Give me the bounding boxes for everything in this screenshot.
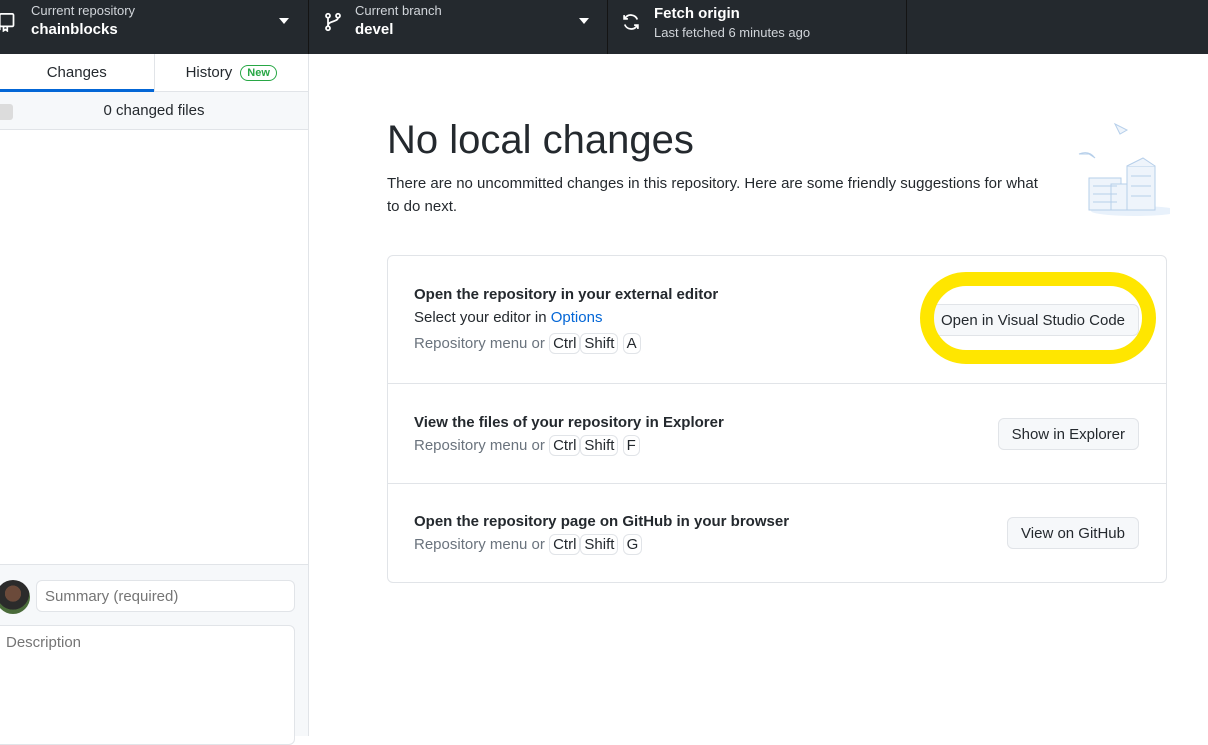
- fetch-label: Fetch origin: [654, 5, 740, 22]
- show-in-explorer-button[interactable]: Show in Explorer: [997, 418, 1139, 450]
- suggestion-subtext: Select your editor in: [414, 309, 551, 326]
- git-branch-icon: [325, 12, 341, 32]
- sync-icon: [623, 14, 639, 30]
- new-badge: New: [240, 64, 277, 81]
- avatar: [0, 580, 30, 614]
- suggestions-card: Open the repository in your external edi…: [387, 255, 1167, 583]
- branch-name: devel: [355, 21, 394, 38]
- repository-label: Current repository: [31, 3, 136, 18]
- open-in-editor-button[interactable]: Open in Visual Studio Code: [926, 304, 1139, 336]
- repository-selector[interactable]: Current repository chainblocks: [0, 0, 309, 54]
- page-subtitle: There are no uncommitted changes in this…: [387, 175, 1038, 215]
- fetch-origin-button[interactable]: Fetch origin Last fetched 6 minutes ago: [608, 0, 907, 54]
- key-ctrl: Ctrl: [549, 534, 581, 555]
- description-input[interactable]: [0, 625, 295, 745]
- options-link[interactable]: Options: [551, 309, 603, 326]
- branch-selector[interactable]: Current branch devel: [309, 0, 608, 54]
- chevron-down-icon: [279, 18, 289, 24]
- key-shift: Shift: [580, 435, 619, 456]
- select-all-checkbox[interactable]: [0, 104, 13, 120]
- tab-changes-label: Changes: [46, 64, 107, 81]
- key-ctrl: Ctrl: [549, 333, 581, 354]
- key-shift: Shift: [580, 333, 619, 354]
- fetch-status: Last fetched 6 minutes ago: [654, 25, 811, 40]
- key-g: G: [622, 534, 643, 555]
- shortcut-hint: Repository menu or Ctrl Shift G: [414, 533, 789, 556]
- toolbar: Current repository chainblocks Current b…: [0, 0, 1208, 54]
- summary-input[interactable]: [36, 580, 295, 612]
- tab-changes[interactable]: Changes: [0, 54, 154, 92]
- shortcut-hint: Repository menu or Ctrl Shift A: [414, 332, 718, 355]
- branch-label: Current branch: [355, 3, 442, 18]
- page-title: No local changes: [387, 118, 694, 162]
- changed-files-header: 0 changed files: [0, 92, 308, 130]
- changed-files-count: 0 changed files: [103, 102, 205, 119]
- main-panel: No local changes There are no uncommitte…: [310, 54, 1208, 736]
- repo-icon: [0, 13, 15, 32]
- suggestion-github: Open the repository page on GitHub in yo…: [388, 484, 1166, 582]
- key-f: F: [622, 435, 640, 456]
- repository-name: chainblocks: [31, 21, 118, 38]
- key-shift: Shift: [580, 534, 619, 555]
- commit-area: [0, 564, 308, 745]
- chevron-down-icon: [579, 18, 589, 24]
- suggestion-explorer: View the files of your repository in Exp…: [388, 384, 1166, 484]
- tab-history-label: History: [185, 64, 233, 81]
- empty-state-illustration: [1078, 122, 1170, 216]
- tab-history[interactable]: History New: [153, 54, 309, 91]
- suggestion-title: Open the repository page on GitHub in yo…: [414, 513, 790, 530]
- suggestion-title: Open the repository in your external edi…: [414, 286, 719, 303]
- suggestion-editor: Open the repository in your external edi…: [388, 256, 1166, 384]
- shortcut-hint: Repository menu or Ctrl Shift F: [414, 434, 724, 457]
- suggestion-title: View the files of your repository in Exp…: [414, 414, 724, 431]
- view-on-github-button[interactable]: View on GitHub: [1007, 517, 1139, 549]
- sidebar-tabs: Changes History New: [0, 54, 308, 92]
- key-ctrl: Ctrl: [549, 435, 581, 456]
- sidebar: Changes History New 0 changed files: [0, 54, 309, 745]
- key-a: A: [622, 333, 641, 354]
